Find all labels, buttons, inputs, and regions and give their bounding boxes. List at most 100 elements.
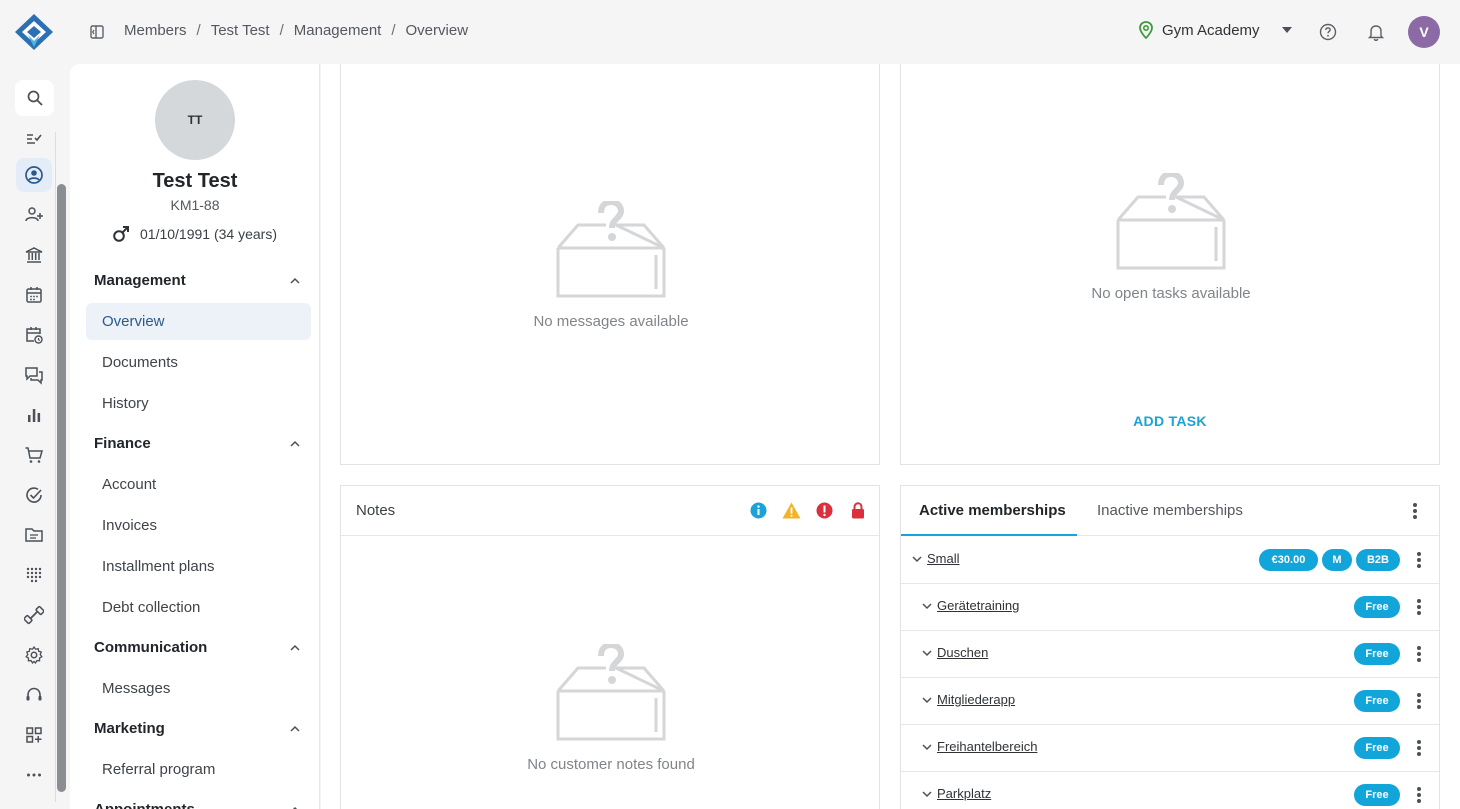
empty-box-icon [556, 644, 666, 741]
nav-item-account[interactable]: Account [86, 466, 311, 503]
free-badge: Free [1354, 643, 1400, 665]
more-vertical-icon[interactable] [1416, 645, 1422, 663]
warning-icon[interactable] [782, 501, 801, 520]
rail-tasks[interactable] [16, 478, 52, 512]
chevron-down-icon[interactable] [922, 601, 932, 611]
rail-settings[interactable] [16, 638, 52, 672]
nav-item-overview[interactable]: Overview [86, 303, 311, 340]
free-badge: Free [1354, 784, 1400, 806]
nav-section-label: Finance [94, 435, 151, 452]
nav-item-debt-collection[interactable]: Debt collection [86, 589, 311, 626]
free-badge: Free [1354, 737, 1400, 759]
membership-row: Parkplatz Free [901, 772, 1439, 809]
nav-section-communication[interactable]: Communication [94, 639, 300, 656]
rail-shop[interactable] [16, 438, 52, 472]
rail-calendar-clock[interactable] [16, 318, 52, 352]
rail-checklist[interactable] [16, 120, 52, 154]
member-id: KM1-88 [170, 197, 220, 213]
rail-chat[interactable] [16, 358, 52, 392]
nav-item-invoices[interactable]: Invoices [86, 507, 311, 544]
icon-rail [0, 64, 68, 809]
app-logo[interactable] [14, 13, 54, 51]
nav-item-history[interactable]: History [86, 385, 311, 422]
membership-name[interactable]: Parkplatz [937, 786, 991, 801]
membership-name[interactable]: Gerätetraining [937, 598, 1019, 613]
rail-checkins[interactable] [16, 558, 52, 592]
rail-user-add[interactable] [16, 198, 52, 232]
membership-name[interactable]: Freihantelbereich [937, 739, 1037, 754]
calendar-icon [26, 287, 42, 303]
rail-bank[interactable] [16, 238, 52, 272]
nav-section-marketing[interactable]: Marketing [94, 720, 300, 737]
more-vertical-icon[interactable] [1416, 692, 1422, 710]
active-tab-indicator [901, 534, 1077, 536]
memberships-card: Active memberships Inactive memberships … [900, 485, 1440, 809]
bank-icon [25, 247, 43, 263]
breadcrumb-member[interactable]: Test Test [211, 22, 270, 39]
rail-training[interactable] [16, 598, 52, 632]
tasks-card: No open tasks available ADD TASK [900, 50, 1440, 465]
nav-section-label: Marketing [94, 720, 165, 737]
more-vertical-icon[interactable] [1416, 739, 1422, 757]
chevron-down-icon[interactable] [922, 742, 932, 752]
breadcrumb-separator: / [279, 22, 284, 39]
nav-item-documents[interactable]: Documents [86, 344, 311, 381]
panel-toggle-icon[interactable] [89, 24, 105, 40]
breadcrumb-members[interactable]: Members [124, 22, 187, 39]
male-gender-icon [113, 226, 129, 242]
membership-name[interactable]: Duschen [937, 645, 988, 660]
nav-item-messages[interactable]: Messages [86, 670, 311, 707]
rail-apps[interactable] [16, 718, 52, 752]
more-vertical-icon[interactable] [1416, 786, 1422, 804]
price-badge: €30.00 [1259, 549, 1318, 571]
chevron-down-icon [1281, 27, 1292, 33]
tasks-empty-text: No open tasks available [1091, 285, 1251, 302]
chevron-down-icon[interactable] [922, 789, 932, 799]
chevron-down-icon[interactable] [912, 554, 922, 564]
messages-empty-text: No messages available [533, 313, 689, 330]
membership-name[interactable]: Mitgliederapp [937, 692, 1015, 707]
lock-icon[interactable] [848, 501, 867, 520]
rail-support[interactable] [16, 678, 52, 712]
rail-more[interactable] [16, 758, 52, 792]
breadcrumb-separator: / [196, 22, 201, 39]
more-vertical-icon[interactable] [1412, 502, 1418, 520]
nav-item-installment-plans[interactable]: Installment plans [86, 548, 311, 585]
bell-icon[interactable] [1367, 23, 1385, 41]
member-dob-text: 01/10/1991 (34 years) [140, 226, 277, 242]
rail-statistics[interactable] [16, 398, 52, 432]
user-add-icon [25, 207, 43, 222]
search-button[interactable] [15, 80, 54, 116]
b2b-badge: B2B [1356, 549, 1400, 571]
add-task-button[interactable]: ADD TASK [901, 413, 1439, 429]
rail-calendar[interactable] [16, 278, 52, 312]
nav-item-referral-program[interactable]: Referral program [86, 751, 311, 788]
checklist-icon [27, 134, 42, 144]
more-vertical-icon[interactable] [1416, 598, 1422, 616]
help-icon[interactable] [1319, 23, 1337, 41]
tab-active-memberships[interactable]: Active memberships [919, 502, 1066, 519]
info-icon[interactable] [749, 501, 768, 520]
cart-icon [25, 447, 43, 463]
membership-name[interactable]: Small [927, 551, 960, 566]
chevron-down-icon[interactable] [922, 695, 932, 705]
nav-section-appointments[interactable]: Appointments [94, 801, 300, 809]
error-icon[interactable] [815, 501, 834, 520]
rail-members[interactable] [16, 158, 52, 192]
chevron-up-icon [290, 277, 300, 284]
studio-selector[interactable]: Gym Academy [1138, 21, 1292, 39]
breadcrumb-management[interactable]: Management [294, 22, 382, 39]
nav-section-finance[interactable]: Finance [94, 435, 300, 452]
membership-row: Duschen Free [901, 631, 1439, 678]
nav-section-label: Management [94, 272, 186, 289]
apps-icon [26, 727, 42, 743]
more-vertical-icon[interactable] [1416, 551, 1422, 569]
rail-scrollbar[interactable] [57, 184, 66, 792]
rail-documents[interactable] [16, 518, 52, 552]
nav-section-management[interactable]: Management [94, 272, 300, 289]
chevron-up-icon [292, 806, 298, 809]
chevron-down-icon[interactable] [922, 648, 932, 658]
tab-inactive-memberships[interactable]: Inactive memberships [1097, 502, 1243, 519]
folder-icon [25, 528, 43, 542]
user-avatar[interactable]: V [1408, 16, 1440, 48]
